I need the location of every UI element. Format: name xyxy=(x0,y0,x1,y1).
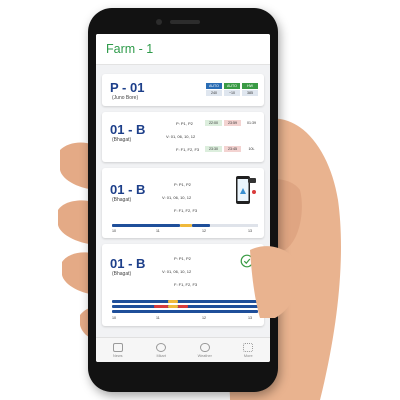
nav-label: Weather xyxy=(197,353,212,358)
bottom-nav: News Mkart Weather More xyxy=(96,337,270,362)
zone-pumps: P: P1, P2 xyxy=(176,121,193,126)
timeline-row-2-yellow xyxy=(168,305,178,308)
zone-duration-1: 01:39 xyxy=(247,121,256,125)
pump-name: P - 01 xyxy=(110,80,145,95)
timeline-tick: 12 xyxy=(202,229,206,233)
nav-item-mkart[interactable]: Mkart xyxy=(140,338,184,362)
nav-label: News xyxy=(113,353,123,358)
zone-filters: F: F1, F2, F3 xyxy=(176,147,200,152)
timeline-row-2-red xyxy=(154,305,168,308)
page-title: Farm - 1 xyxy=(106,42,154,56)
zone-valves: V: 01, 06, 10, 12 xyxy=(162,195,192,200)
timeline-segment-blue-2 xyxy=(192,224,210,227)
timeline-tick: 13 xyxy=(248,229,252,233)
zone-valves: V: 01, 06, 10, 12 xyxy=(166,134,196,139)
timeline-row-3 xyxy=(112,310,258,313)
zone-time-end-2: 23:45 xyxy=(224,146,241,152)
timeline-tick: 10 xyxy=(112,229,116,233)
grid-icon xyxy=(243,342,254,352)
timeline-tick: 10 xyxy=(112,316,116,320)
zone-subtitle: (Bhagat) xyxy=(112,271,132,277)
zone-time-start-1: 22:00 xyxy=(205,120,222,126)
zone-valves: V: 01, 06, 10, 12 xyxy=(162,269,192,274)
phone-frame: Farm - 1 P - 01 (Juno Bore) AUTO AUTO HW… xyxy=(88,8,278,392)
news-icon xyxy=(112,342,123,352)
zone-name: 01 - B xyxy=(110,122,146,137)
speaker-grille xyxy=(170,20,200,24)
zone-subtitle: (Bhagat) xyxy=(112,137,132,143)
nav-label: Mkart xyxy=(156,353,167,358)
zone-subtitle: (Bhagat) xyxy=(112,197,132,203)
timeline-row-1-yellow xyxy=(168,300,178,303)
users-icon xyxy=(156,342,167,352)
zone-time-end-1: 23:59 xyxy=(224,120,241,126)
pump-tag-3: HW xyxy=(242,83,258,89)
pump-tag-1-value: 240 xyxy=(206,90,222,96)
zone-filters: F: F1, F2, F3 xyxy=(174,208,198,213)
timeline-segment-blue xyxy=(112,224,180,227)
app-header: Farm - 1 xyxy=(96,34,270,65)
timeline-row-2-red-2 xyxy=(178,305,188,308)
zone-pumps: P: P1, P2 xyxy=(174,182,191,187)
zone-filters: F: F1, F2, F3 xyxy=(174,282,198,287)
pump-subtitle: (Juno Bore) xyxy=(112,95,139,101)
pump-card[interactable]: P - 01 (Juno Bore) AUTO AUTO HW 240 ~10 … xyxy=(102,74,264,106)
nav-label: More xyxy=(243,353,253,358)
zone-card[interactable]: 01 - B (Bhagat) P: P1, P2 V: 01, 06, 10,… xyxy=(102,112,264,162)
pump-tag-2: AUTO xyxy=(224,83,240,89)
zone-volume-2: 10L xyxy=(248,147,255,151)
pump-tag-3-value: 385 xyxy=(242,90,258,96)
mobile-alert-icon xyxy=(236,176,256,204)
timeline-tick: 11 xyxy=(156,316,160,320)
nav-item-weather[interactable]: Weather xyxy=(183,338,227,362)
pump-tag-1: AUTO xyxy=(206,83,222,89)
zone-name: 01 - B xyxy=(110,256,146,271)
thumb-illustration xyxy=(250,246,301,318)
nav-item-news[interactable]: News xyxy=(96,338,140,362)
timeline-tick: 11 xyxy=(156,229,160,233)
zone-time-start-2: 23:30 xyxy=(205,146,222,152)
zone-name: 01 - B xyxy=(110,182,146,197)
zone-pumps: P: P1, P2 xyxy=(174,256,191,261)
camera-icon xyxy=(156,19,162,25)
zone-card[interactable]: 01 - B (Bhagat) P: P1, P2 V: 01, 06, 10,… xyxy=(102,168,264,238)
timeline-row-1 xyxy=(112,300,258,303)
pump-tag-2-value: ~10 xyxy=(224,90,240,96)
timeline-segment-yellow xyxy=(180,224,192,227)
nav-item-more[interactable]: More xyxy=(227,338,271,362)
cloud-icon xyxy=(199,342,210,352)
timeline-tick: 12 xyxy=(202,316,206,320)
